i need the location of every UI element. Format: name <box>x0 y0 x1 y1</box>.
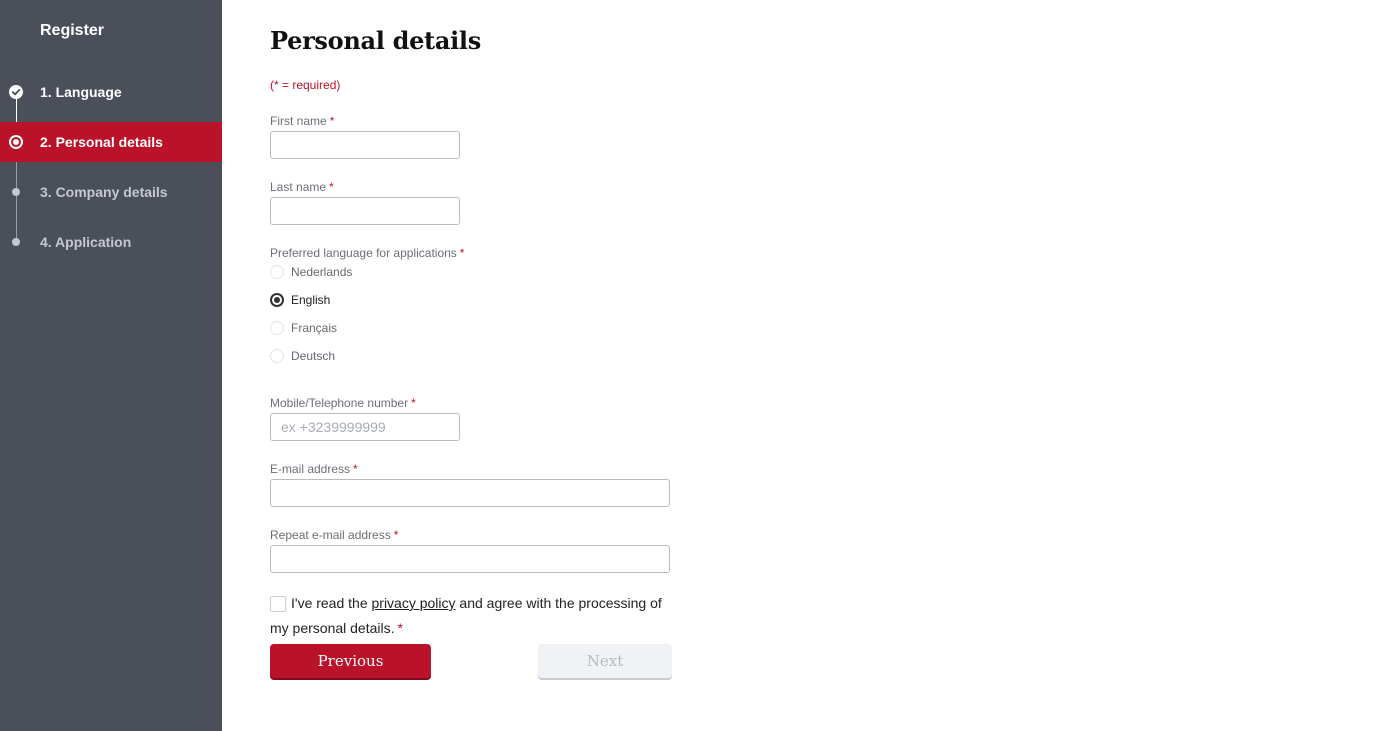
label-text: First name <box>270 114 327 128</box>
required-marker: * <box>393 528 399 542</box>
radio-label: Nederlands <box>291 265 353 279</box>
radio-button[interactable] <box>270 321 284 335</box>
email-label: E-mail address * <box>270 462 358 476</box>
next-button[interactable]: Next <box>538 644 672 678</box>
sidebar-step-company-details[interactable]: 3. Company details <box>0 172 222 212</box>
sidebar-step-personal-details[interactable]: 2. Personal details <box>0 122 222 162</box>
phone-label: Mobile/Telephone number * <box>270 396 416 410</box>
privacy-consent-checkbox[interactable] <box>270 596 286 612</box>
pending-dot-icon <box>12 188 20 196</box>
consent-text: I've read the <box>291 595 372 611</box>
sidebar: Register 1. Language 2. Personal details… <box>0 0 222 731</box>
step-label: 1. Language <box>40 84 122 100</box>
required-marker: * <box>329 114 335 128</box>
radio-label: English <box>291 293 331 307</box>
pending-dot-icon <box>12 238 20 246</box>
email-input[interactable] <box>270 479 670 507</box>
label-text: Mobile/Telephone number <box>270 396 409 410</box>
last-name-input[interactable] <box>270 197 460 225</box>
step-label: 3. Company details <box>40 184 168 200</box>
radio-francais[interactable]: Français <box>270 321 337 335</box>
radio-button[interactable] <box>270 293 284 307</box>
current-step-icon <box>9 135 23 149</box>
radio-nederlands[interactable]: Nederlands <box>270 265 352 279</box>
radio-label: Français <box>291 321 338 335</box>
repeat-email-input[interactable] <box>270 545 670 573</box>
language-label: Preferred language for applications * <box>270 246 464 260</box>
previous-button[interactable]: Previous <box>270 644 431 678</box>
required-marker: * <box>353 462 358 476</box>
radio-english[interactable]: English <box>270 293 330 307</box>
required-marker: * <box>411 396 416 410</box>
last-name-label: Last name * <box>270 180 334 194</box>
first-name-label: First name * <box>270 114 334 128</box>
sidebar-step-application[interactable]: 4. Application <box>0 222 222 262</box>
phone-input[interactable] <box>270 413 460 441</box>
radio-label: Deutsch <box>291 349 336 363</box>
label-text: Preferred language for applications <box>270 246 457 260</box>
page-title: Personal details <box>270 26 481 55</box>
sidebar-step-language[interactable]: 1. Language <box>0 72 222 112</box>
required-note: (* = required) <box>270 78 341 92</box>
label-text: Repeat e-mail address <box>270 528 391 542</box>
sidebar-title: Register <box>40 22 105 39</box>
step-label: 4. Application <box>40 234 132 250</box>
radio-deutsch[interactable]: Deutsch <box>270 349 335 363</box>
label-text: Last name <box>270 180 327 194</box>
radio-button[interactable] <box>270 265 284 279</box>
first-name-input[interactable] <box>270 131 460 159</box>
privacy-policy-link[interactable]: privacy policy <box>372 595 456 611</box>
step-label: 2. Personal details <box>40 134 163 150</box>
repeat-email-label: Repeat e-mail address * <box>270 528 398 542</box>
radio-button[interactable] <box>270 349 284 363</box>
required-marker: * <box>329 180 334 194</box>
privacy-consent: I've read the privacy policy and agree w… <box>270 591 680 641</box>
check-circle-icon <box>9 85 23 99</box>
label-text: E-mail address <box>270 462 351 476</box>
required-marker: * <box>459 246 465 260</box>
required-marker: * <box>397 620 403 636</box>
